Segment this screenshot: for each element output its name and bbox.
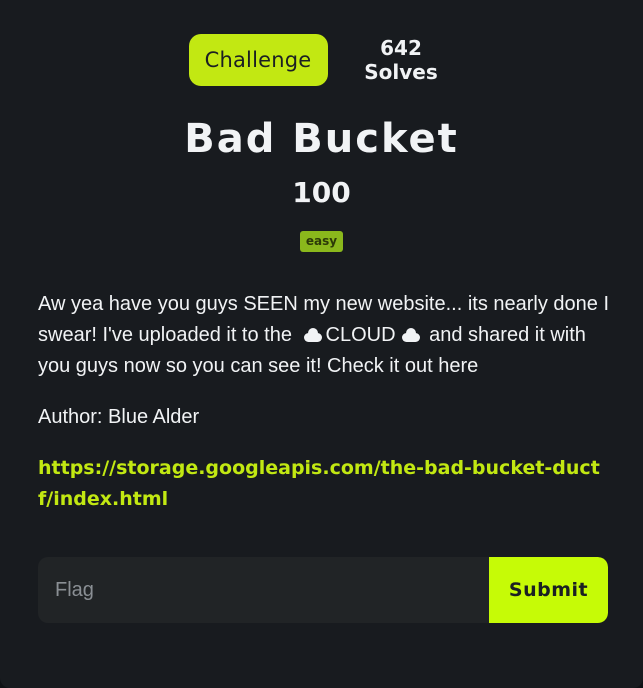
tab-challenge[interactable]: Challenge xyxy=(188,34,328,86)
challenge-tabs: Challenge 642 Solves xyxy=(0,34,643,86)
flag-input[interactable] xyxy=(38,557,489,623)
submit-button[interactable]: Submit xyxy=(489,557,608,623)
challenge-points: 100 xyxy=(292,176,351,209)
author-line: Author: Blue Alder xyxy=(38,406,200,428)
tag-container: easy xyxy=(0,231,643,252)
difficulty-badge: easy xyxy=(299,231,344,252)
tab-solves[interactable]: 642 Solves xyxy=(348,36,455,84)
cloud-icon xyxy=(302,328,324,342)
cloud-word: CLOUD xyxy=(325,324,396,346)
challenge-modal: Challenge 642 Solves Bad Bucket 100 easy… xyxy=(0,0,643,688)
challenge-link[interactable]: https://storage.googleapis.com/the-bad-b… xyxy=(38,457,600,510)
challenge-title: Bad Bucket xyxy=(184,116,459,162)
cloud-icon xyxy=(400,328,422,342)
link-paragraph: https://storage.googleapis.com/the-bad-b… xyxy=(38,453,613,515)
challenge-description: Aw yea have you guys SEEN my new website… xyxy=(38,289,613,535)
description-paragraph: Aw yea have you guys SEEN my new website… xyxy=(38,289,613,382)
flag-form: Submit xyxy=(38,557,608,623)
